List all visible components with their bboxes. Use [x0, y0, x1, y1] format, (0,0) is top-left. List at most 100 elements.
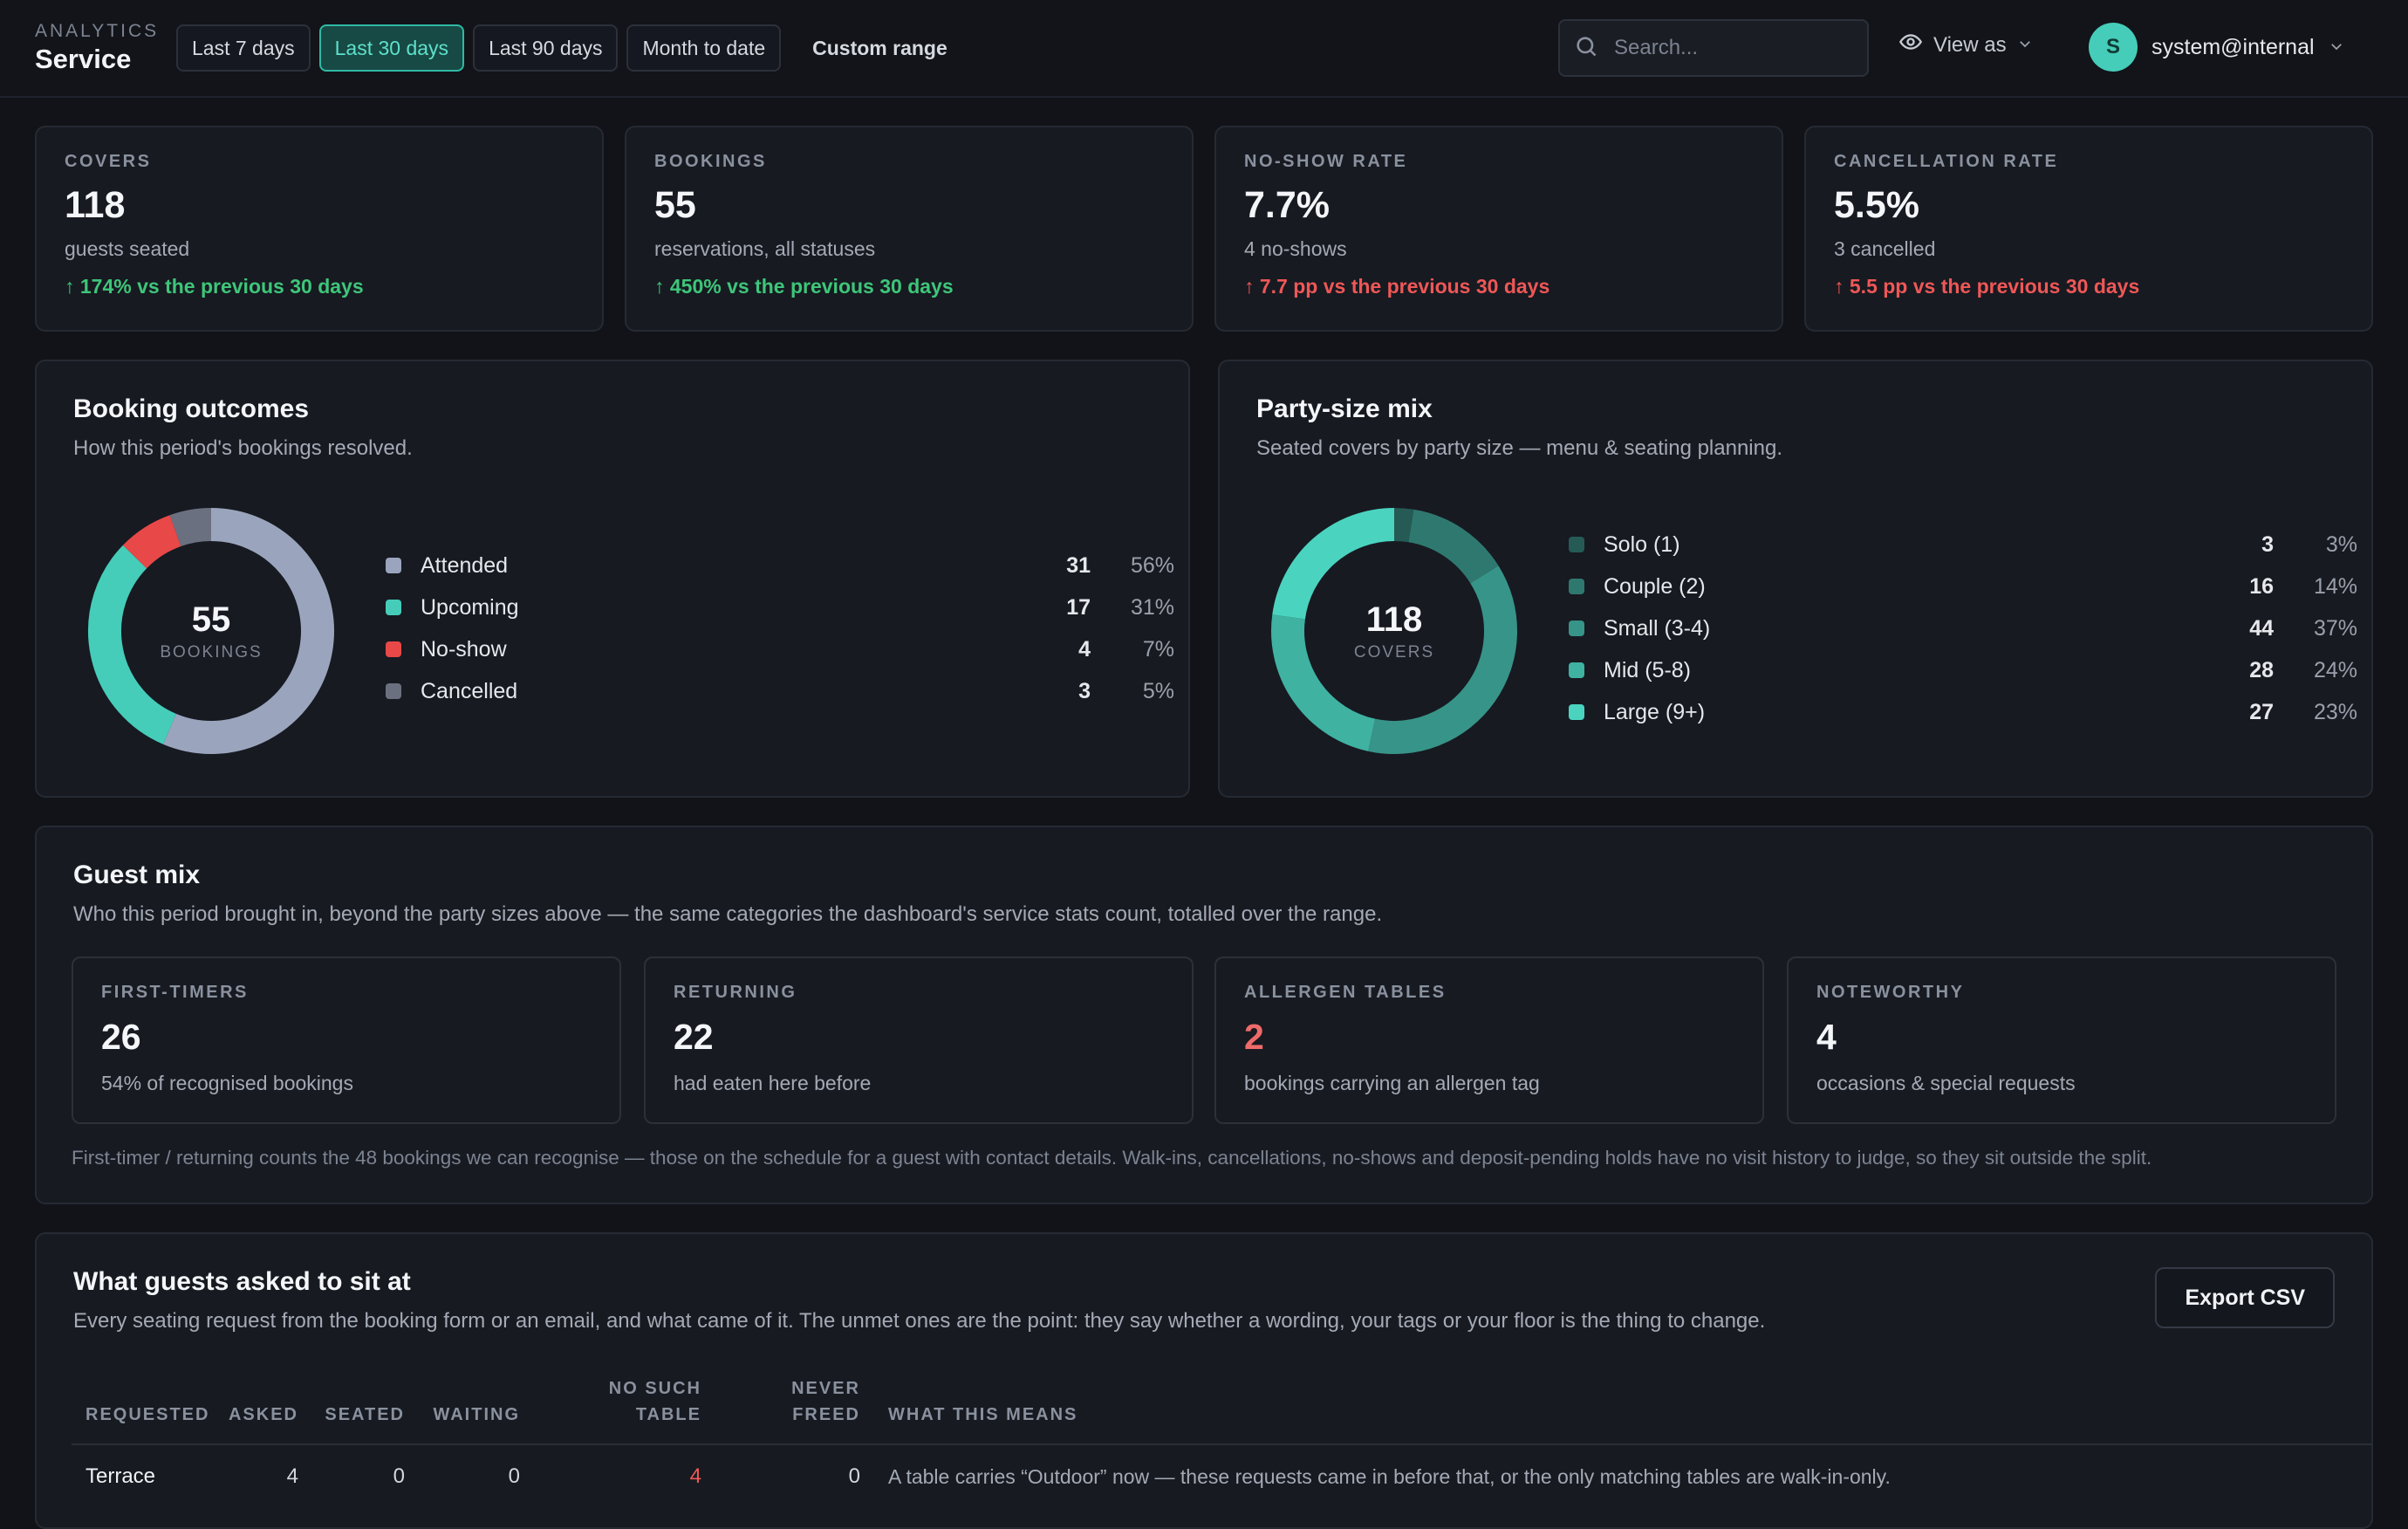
legend-label: Cancelled — [421, 678, 518, 703]
kpi-value: 5.5% — [1834, 184, 1920, 226]
stat-label: ALLERGEN TABLES — [1244, 983, 1447, 1002]
swatch — [386, 558, 401, 573]
search-input[interactable] — [1614, 36, 1858, 60]
swatch — [1569, 537, 1584, 552]
stat-label: NOTEWORTHY — [1816, 983, 1965, 1002]
range-last-30-days[interactable]: Last 30 days — [318, 24, 465, 72]
stat-sub: occasions & special requests — [1816, 1072, 2076, 1094]
cell-seated: 0 — [298, 1443, 405, 1489]
panel-title: Booking outcomes — [73, 394, 310, 423]
legend-label: Couple (2) — [1604, 573, 1706, 599]
user-email: system@internal — [2151, 34, 2315, 59]
panel-subtitle: How this period's bookings resolved. — [73, 436, 413, 460]
legend-percent: 14% — [2313, 573, 2357, 599]
donut-total: 55 — [191, 600, 231, 639]
search-box[interactable] — [1558, 19, 1869, 77]
kpi-label: NO-SHOW RATE — [1244, 152, 1408, 171]
stat-value: 2 — [1244, 1017, 1264, 1057]
legend-count: 4 — [1078, 636, 1091, 662]
legend-count: 16 — [2249, 573, 2274, 599]
cell-never-freed: 0 — [701, 1443, 860, 1489]
stat-sub: 54% of recognised bookings — [101, 1072, 353, 1094]
cell-waiting: 0 — [405, 1443, 520, 1489]
booking-outcomes-panel: Booking outcomes How this period's booki… — [35, 360, 1190, 798]
legend-percent: 3% — [2325, 531, 2357, 557]
cell-what-this-means: A table carries “Outdoor” now — these re… — [860, 1443, 2371, 1489]
panel-subtitle: Every seating request from the booking f… — [73, 1309, 1766, 1333]
donut-total: 118 — [1365, 600, 1423, 639]
export-csv-button[interactable]: Export CSV — [2155, 1267, 2335, 1328]
kpi-value: 118 — [65, 184, 126, 226]
kpi-label: CANCELLATION RATE — [1834, 152, 2059, 171]
kpi-sub: guests seated — [65, 237, 190, 260]
legend-percent: 37% — [2313, 615, 2357, 641]
kpi-label: COVERS — [65, 152, 152, 171]
range-month-to-date[interactable]: Month to date — [626, 24, 782, 72]
donut-caption: COVERS — [1353, 642, 1435, 662]
legend-count: 44 — [2249, 615, 2274, 641]
legend-percent: 31% — [1130, 594, 1174, 620]
legend-label: Large (9+) — [1604, 699, 1706, 724]
party-legend: Solo (1) 3 3% Couple (2) 16 14% Small (3… — [1569, 524, 2359, 733]
chevron-down-icon — [2329, 35, 2344, 60]
column-header-label: NO SUCH TABLE — [608, 1379, 701, 1424]
view-as-menu[interactable]: View as — [1898, 30, 2033, 60]
legend-count: 31 — [1066, 552, 1091, 578]
legend-row-mid: Mid (5-8) 28 24% — [1569, 649, 2359, 691]
column-header-asked[interactable]: ASKED — [220, 1375, 298, 1444]
party-size-panel: Party-size mix Seated covers by party si… — [1218, 360, 2373, 798]
view-as-label: View as — [1933, 32, 2007, 57]
legend-row-cancelled: Cancelled 3 5% — [386, 670, 1176, 712]
column-header-seated[interactable]: SEATED — [298, 1375, 405, 1444]
kpi-covers: COVERS 118 guests seated ↑ 174% vs the p… — [35, 126, 604, 332]
column-header-waiting[interactable]: WAITING — [405, 1375, 520, 1444]
table-row[interactable]: Terrace 4 0 0 4 0 A table carries “Outdo… — [72, 1443, 2371, 1489]
stat-noteworthy: NOTEWORTHY 4 occasions & special request… — [1787, 956, 2336, 1124]
legend-row-large: Large (9+) 27 23% — [1569, 691, 2359, 733]
column-header-never-freed[interactable]: NEVER FREED — [701, 1375, 860, 1444]
outcomes-legend: Attended 31 56% Upcoming 17 31% No-show … — [386, 545, 1176, 712]
range-custom[interactable]: Custom range — [790, 24, 970, 72]
stat-first-timers: FIRST-TIMERS 26 54% of recognised bookin… — [72, 956, 621, 1124]
kpi-label: BOOKINGS — [654, 152, 767, 171]
kpi-sub: 4 no-shows — [1244, 237, 1347, 260]
stat-sub: had eaten here before — [674, 1072, 872, 1094]
legend-count: 3 — [2261, 531, 2274, 557]
legend-percent: 23% — [2313, 699, 2357, 724]
party-donut: 118 COVERS — [1268, 504, 1521, 758]
stat-value: 26 — [101, 1017, 141, 1057]
legend-row-couple: Couple (2) 16 14% — [1569, 566, 2359, 607]
cell-requested: Terrace — [72, 1443, 220, 1489]
brand: ANALYTICS Service — [35, 21, 159, 75]
column-header-no-such-table[interactable]: NO SUCH TABLE — [520, 1375, 701, 1444]
kpi-sub: reservations, all statuses — [654, 237, 876, 260]
donut-caption: BOOKINGS — [160, 642, 263, 662]
column-header-what-this-means[interactable]: WHAT THIS MEANS — [860, 1375, 2371, 1444]
panel-subtitle: Who this period brought in, beyond the p… — [73, 902, 1383, 926]
swatch — [386, 600, 401, 615]
legend-count: 28 — [2249, 657, 2274, 682]
legend-percent: 56% — [1130, 552, 1174, 578]
brand-eyebrow: ANALYTICS — [35, 21, 160, 41]
kpi-value: 7.7% — [1244, 184, 1331, 226]
swatch — [1569, 662, 1584, 678]
panel-title: Guest mix — [73, 860, 201, 889]
guest-mix-footnote: First-timer / returning counts the 48 bo… — [72, 1147, 2152, 1169]
column-header-requested[interactable]: REQUESTED — [72, 1375, 220, 1444]
swatch — [386, 683, 401, 699]
panel-title: Party-size mix — [1256, 394, 1433, 423]
user-menu[interactable]: S system@internal — [2089, 23, 2344, 72]
stat-returning: RETURNING 22 had eaten here before — [644, 956, 1194, 1124]
cell-no-such-table: 4 — [520, 1443, 701, 1489]
swatch — [1569, 579, 1584, 594]
legend-label: Solo (1) — [1604, 531, 1680, 557]
legend-count: 3 — [1078, 678, 1091, 703]
kpi-delta: ↑ 7.7 pp vs the previous 30 days — [1244, 275, 1550, 298]
page-title: Service — [35, 44, 132, 74]
kpi-sub: 3 cancelled — [1834, 237, 1936, 260]
range-last-90-days[interactable]: Last 90 days — [473, 24, 619, 72]
cell-asked: 4 — [220, 1443, 298, 1489]
top-bar: ANALYTICS Service Last 7 days Last 30 da… — [0, 0, 2408, 98]
range-last-7-days[interactable]: Last 7 days — [176, 24, 311, 72]
swatch — [1569, 621, 1584, 636]
